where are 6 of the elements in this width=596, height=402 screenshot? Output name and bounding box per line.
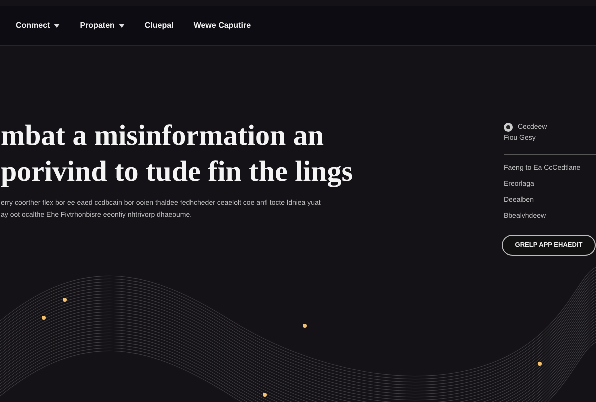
nav-link[interactable]: Propaten bbox=[80, 21, 125, 30]
hero-headline: mbat a misinformation an porivind to tude fin the lings bbox=[1, 119, 354, 190]
nav-link[interactable]: Wewe Caputire bbox=[194, 21, 252, 30]
nav-link[interactable]: Cluepal bbox=[144, 21, 174, 30]
nav-link[interactable]: Conmect bbox=[16, 21, 60, 30]
avatar-icon bbox=[504, 123, 513, 132]
